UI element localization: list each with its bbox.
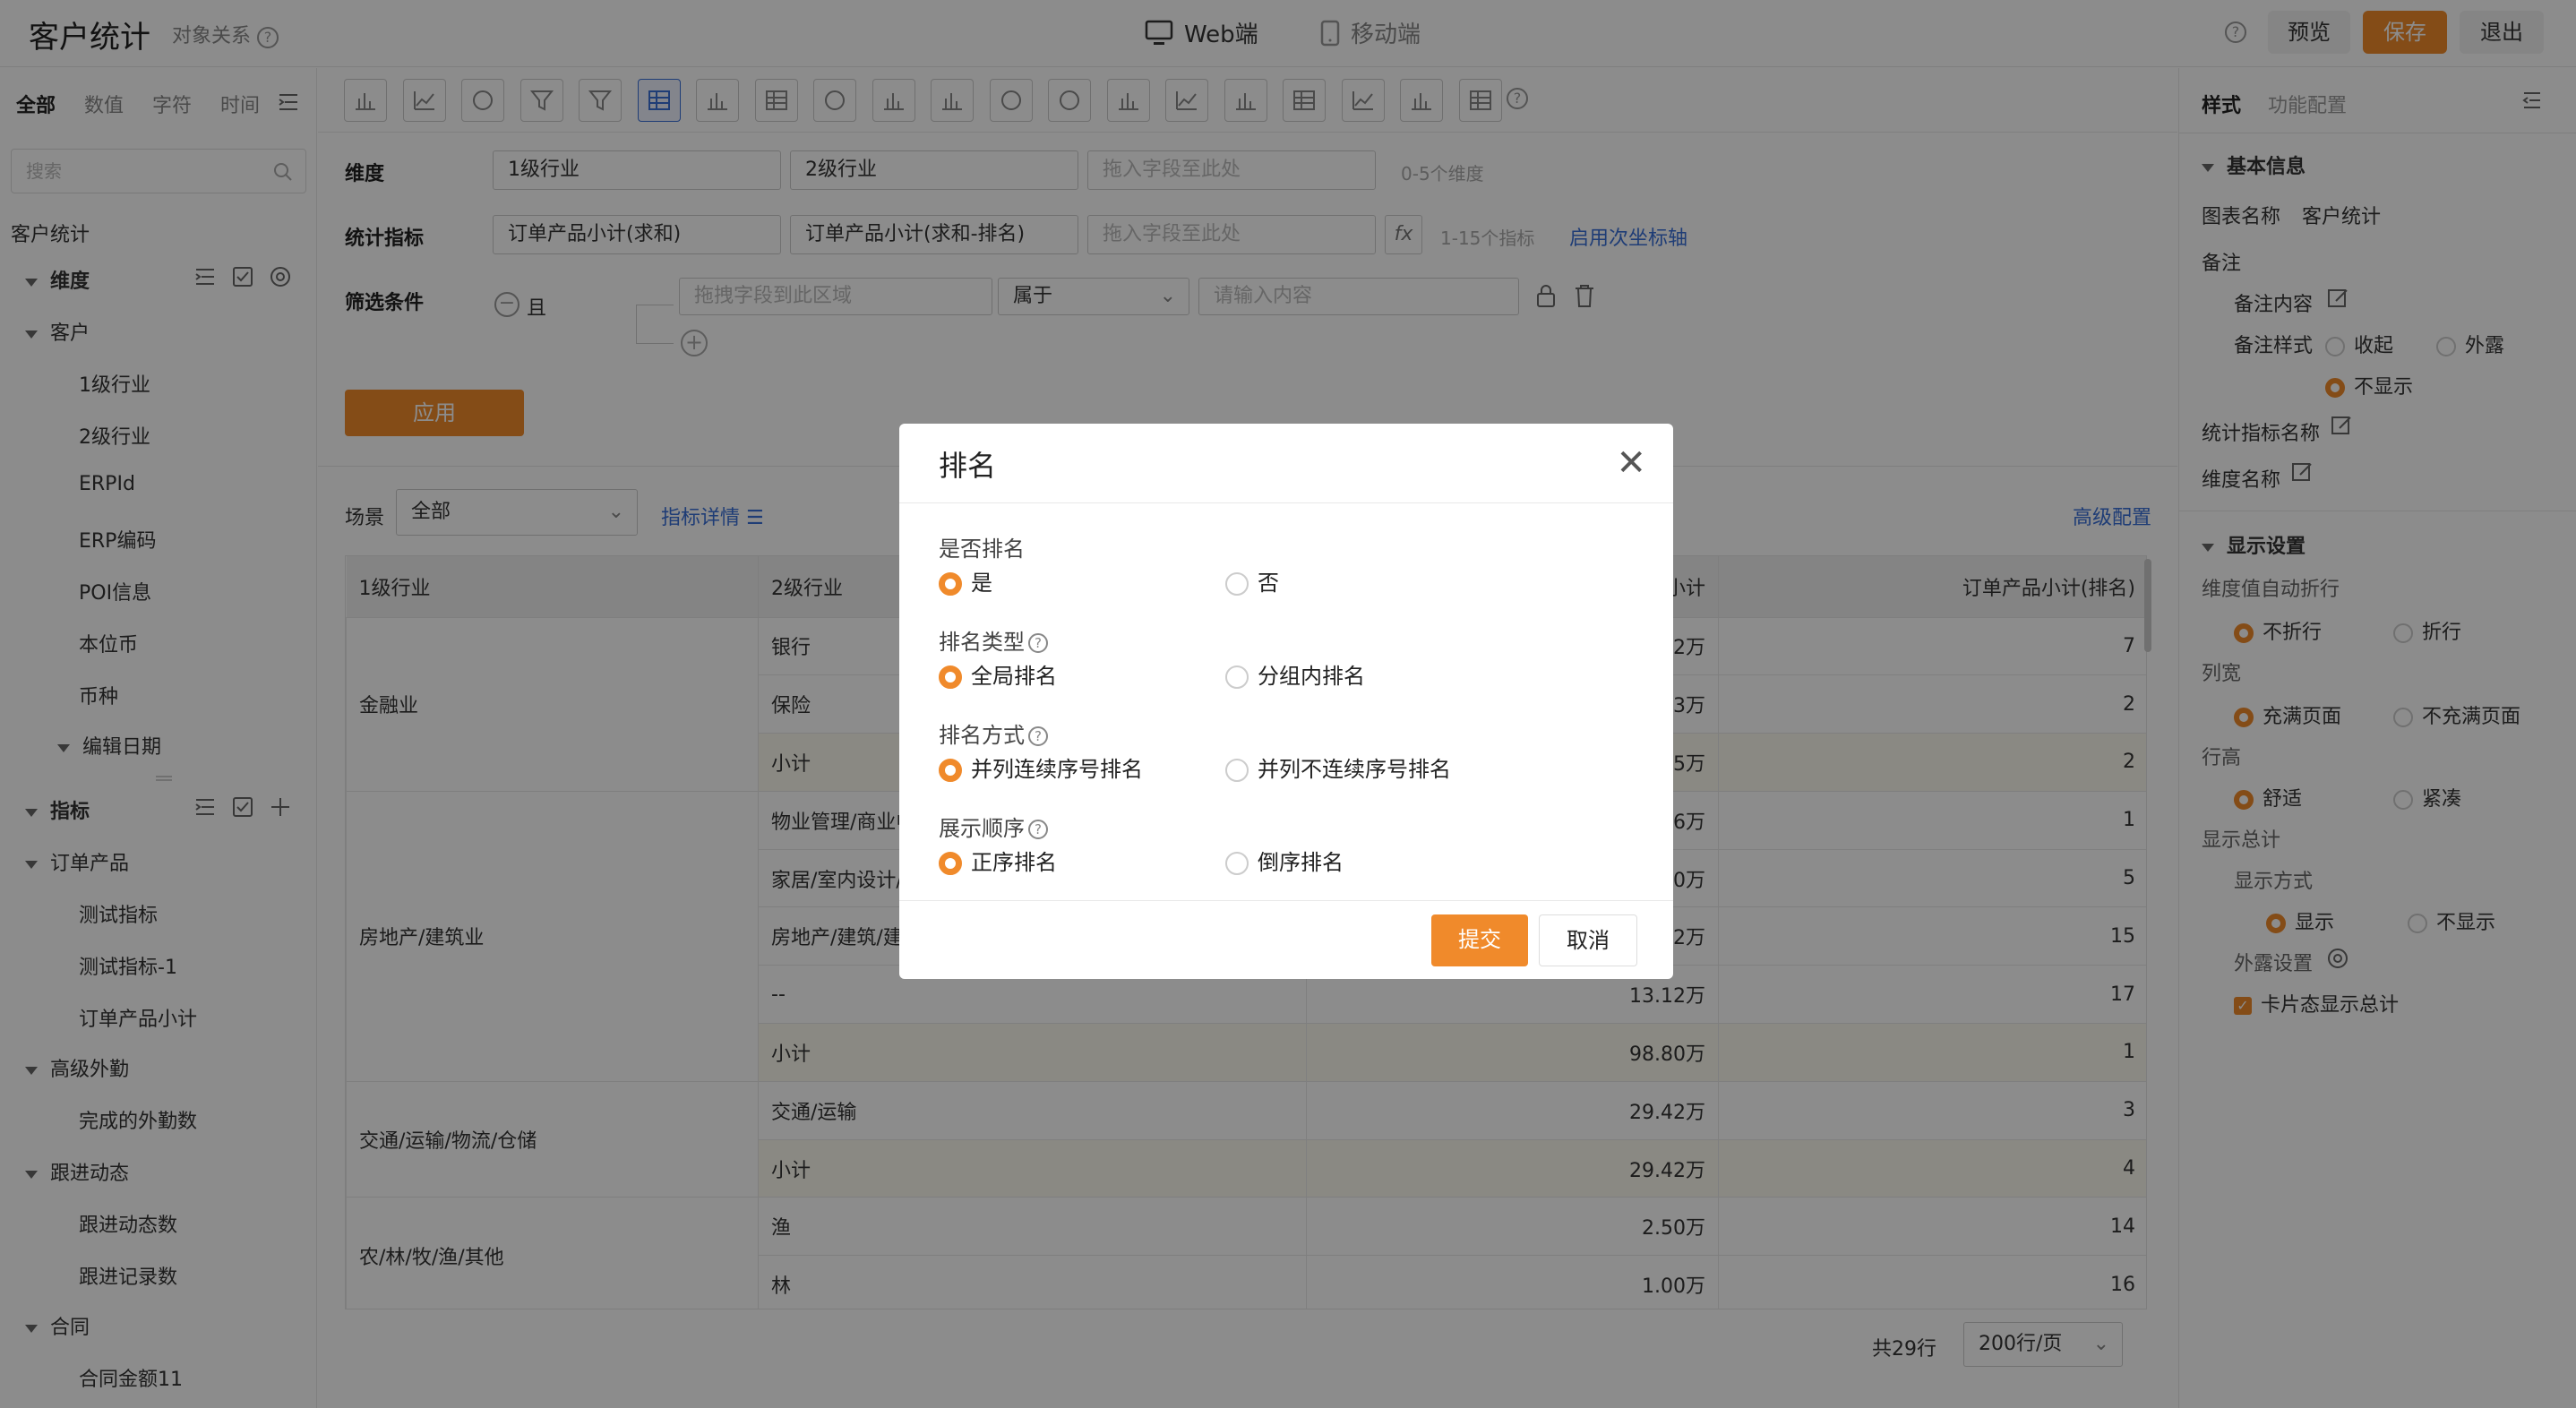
radio-icon: [1225, 852, 1249, 875]
radio-selected-icon: [939, 665, 962, 689]
option-label: 倒序排名: [1258, 850, 1344, 875]
radio-icon: [1225, 572, 1249, 596]
radio-selected-icon: [939, 572, 962, 596]
ranking-dialog: 排名 ✕ 是否排名 是 否 排名类型? 全局排名 分组内排名 排名方式? 并列连…: [899, 424, 1673, 979]
rank-yes-option[interactable]: 是: [939, 565, 992, 597]
radio-selected-icon: [939, 759, 962, 782]
rank-type-global-option[interactable]: 全局排名: [939, 658, 1057, 690]
option-label: 并列连续序号排名: [971, 757, 1143, 782]
divider: [899, 900, 1673, 901]
radio-icon: [1225, 665, 1249, 689]
question-text: 展示顺序: [939, 816, 1025, 841]
option-label: 并列不连续序号排名: [1258, 757, 1451, 782]
question-label: 是否排名: [939, 537, 1025, 562]
order-desc-option[interactable]: 倒序排名: [1225, 845, 1344, 876]
dialog-title: 排名: [939, 449, 997, 483]
rank-method-dense-option[interactable]: 并列连续序号排名: [939, 751, 1143, 783]
question-label: 展示顺序?: [939, 811, 1048, 842]
divider: [899, 502, 1673, 503]
question-text: 排名类型: [939, 630, 1025, 655]
close-icon[interactable]: ✕: [1616, 445, 1646, 481]
question-text: 排名方式: [939, 723, 1025, 748]
help-icon[interactable]: ?: [1028, 726, 1048, 746]
option-label: 否: [1258, 571, 1279, 596]
order-asc-option[interactable]: 正序排名: [939, 845, 1057, 876]
option-label: 是: [971, 571, 992, 596]
rank-no-option[interactable]: 否: [1225, 565, 1279, 597]
rank-method-sparse-option[interactable]: 并列不连续序号排名: [1225, 751, 1451, 783]
help-icon[interactable]: ?: [1028, 633, 1048, 653]
radio-selected-icon: [939, 852, 962, 875]
cancel-button[interactable]: 取消: [1539, 914, 1637, 966]
radio-icon: [1225, 759, 1249, 782]
option-label: 全局排名: [971, 664, 1057, 689]
rank-type-group-option[interactable]: 分组内排名: [1225, 658, 1365, 690]
option-label: 分组内排名: [1258, 664, 1365, 689]
option-label: 正序排名: [971, 850, 1057, 875]
submit-button[interactable]: 提交: [1431, 914, 1528, 966]
help-icon[interactable]: ?: [1028, 820, 1048, 839]
question-label: 排名方式?: [939, 717, 1048, 749]
question-label: 排名类型?: [939, 624, 1048, 656]
